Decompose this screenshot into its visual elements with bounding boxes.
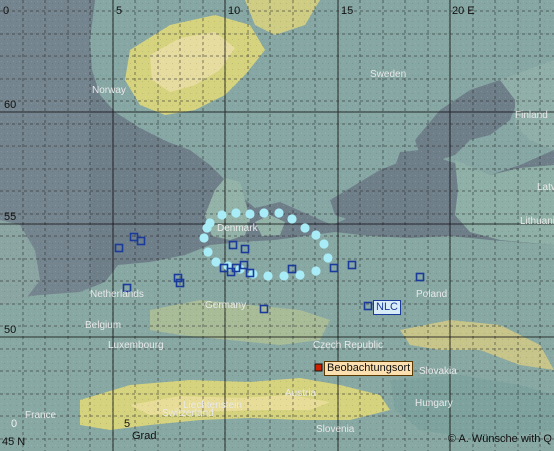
nlc-dot bbox=[323, 253, 333, 263]
nlc-dot bbox=[211, 257, 221, 267]
country-label-france: France bbox=[25, 410, 57, 421]
lat-label-50: 50 bbox=[4, 324, 17, 336]
country-label-poland: Poland bbox=[416, 289, 448, 300]
country-label-finland: Finland bbox=[515, 110, 548, 121]
nlc-dot bbox=[274, 208, 284, 218]
grad-label: Grad bbox=[132, 430, 157, 442]
country-label-lithuania: Lithuania bbox=[520, 216, 554, 227]
observation-site-marker bbox=[314, 363, 323, 372]
nlc-dot bbox=[203, 247, 213, 257]
nlc-dot bbox=[311, 266, 321, 276]
nlc-dot bbox=[231, 208, 241, 218]
country-label-slovenia: Slovenia bbox=[316, 424, 355, 435]
country-label-austria: Austria bbox=[285, 388, 317, 399]
credit-text: © A. Wünsche with Q bbox=[447, 433, 552, 445]
nlc-dot bbox=[245, 209, 255, 219]
nlc-label: NLC bbox=[373, 300, 402, 315]
nlc-dot bbox=[217, 210, 227, 220]
nlc-dot bbox=[295, 270, 305, 280]
country-label-belgium: Belgium bbox=[85, 320, 122, 331]
nlc-dot bbox=[319, 239, 329, 249]
country-label-luxembourg: Luxembourg bbox=[108, 340, 164, 351]
country-label-sweden: Sweden bbox=[370, 69, 407, 80]
country-label-netherlands: Netherlands bbox=[90, 289, 144, 300]
country-label-czech-republic: Czech Republic bbox=[313, 340, 384, 351]
lat-label-55: 55 bbox=[4, 211, 17, 223]
country-label-hungary: Hungary bbox=[415, 398, 453, 409]
corner-lat-label: 45 N bbox=[2, 436, 26, 448]
country-label-norway: Norway bbox=[92, 85, 126, 96]
lat-label-60: 60 bbox=[4, 99, 17, 111]
nlc-dot bbox=[300, 223, 310, 233]
lon-label-20e: 20 E bbox=[452, 5, 475, 17]
lon-label-15: 15 bbox=[341, 5, 354, 17]
country-label-denmark: Denmark bbox=[217, 223, 258, 234]
country-label-slovakia: Slovakia bbox=[419, 366, 457, 377]
country-label-germany: Germany bbox=[205, 300, 247, 311]
lon-label-5: 5 bbox=[116, 5, 123, 17]
lon-label-10: 10 bbox=[228, 5, 241, 17]
nlc-dot bbox=[202, 223, 212, 233]
nlc-dot bbox=[199, 233, 209, 243]
nlc-dot bbox=[311, 230, 321, 240]
nlc-dot bbox=[259, 208, 269, 218]
nlc-dot bbox=[287, 214, 297, 224]
map-canvas bbox=[0, 0, 554, 451]
nlc-dot bbox=[263, 271, 273, 281]
country-label-latvia: Latv bbox=[537, 182, 554, 193]
corner-lon-label-5: 5 bbox=[124, 418, 131, 430]
nlc-dot bbox=[279, 271, 289, 281]
nlc-observation-map: 0 5 10 15 20 E 60 55 50 0 45 N 5 Grad Sw… bbox=[0, 0, 554, 451]
country-label-switzerland: Switzerland bbox=[162, 408, 214, 419]
observation-site-label: Beobachtungsort bbox=[324, 361, 414, 376]
corner-lon-label: 0 bbox=[11, 418, 18, 430]
lon-label-0: 0 bbox=[3, 5, 10, 17]
